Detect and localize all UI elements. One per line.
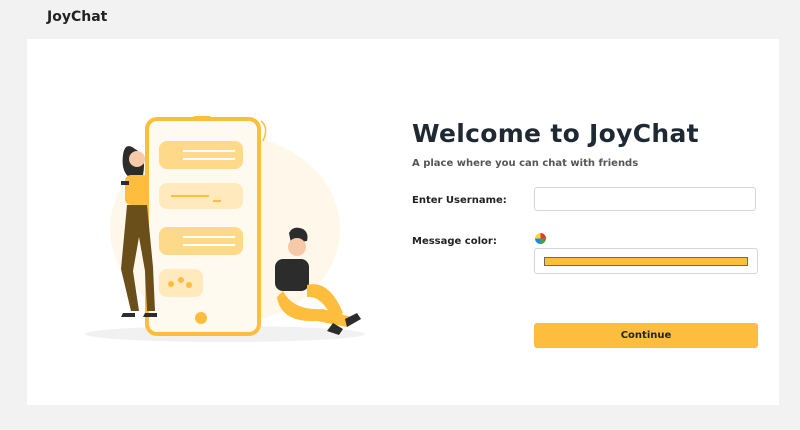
top-bar: JoyChat xyxy=(0,0,800,38)
home-button-icon xyxy=(195,312,207,324)
brand-logo[interactable]: JoyChat xyxy=(47,9,107,25)
username-label: Enter Username: xyxy=(412,195,507,206)
color-wheel-icon xyxy=(535,233,546,244)
message-color-label: Message color: xyxy=(412,236,497,247)
page-subtitle: A place where you can chat with friends xyxy=(412,158,639,169)
username-input[interactable] xyxy=(534,187,756,211)
chat-bubble-icon xyxy=(159,141,243,169)
chat-bubble-icon xyxy=(159,227,243,255)
welcome-card: Welcome to JoyChat A place where you can… xyxy=(27,39,779,405)
page-title: Welcome to JoyChat xyxy=(412,119,699,148)
continue-button[interactable]: Continue xyxy=(534,323,758,348)
login-form: Welcome to JoyChat A place where you can… xyxy=(412,119,762,348)
color-swatch xyxy=(544,257,748,266)
message-color-picker[interactable] xyxy=(534,248,758,274)
chat-illustration xyxy=(85,116,365,342)
